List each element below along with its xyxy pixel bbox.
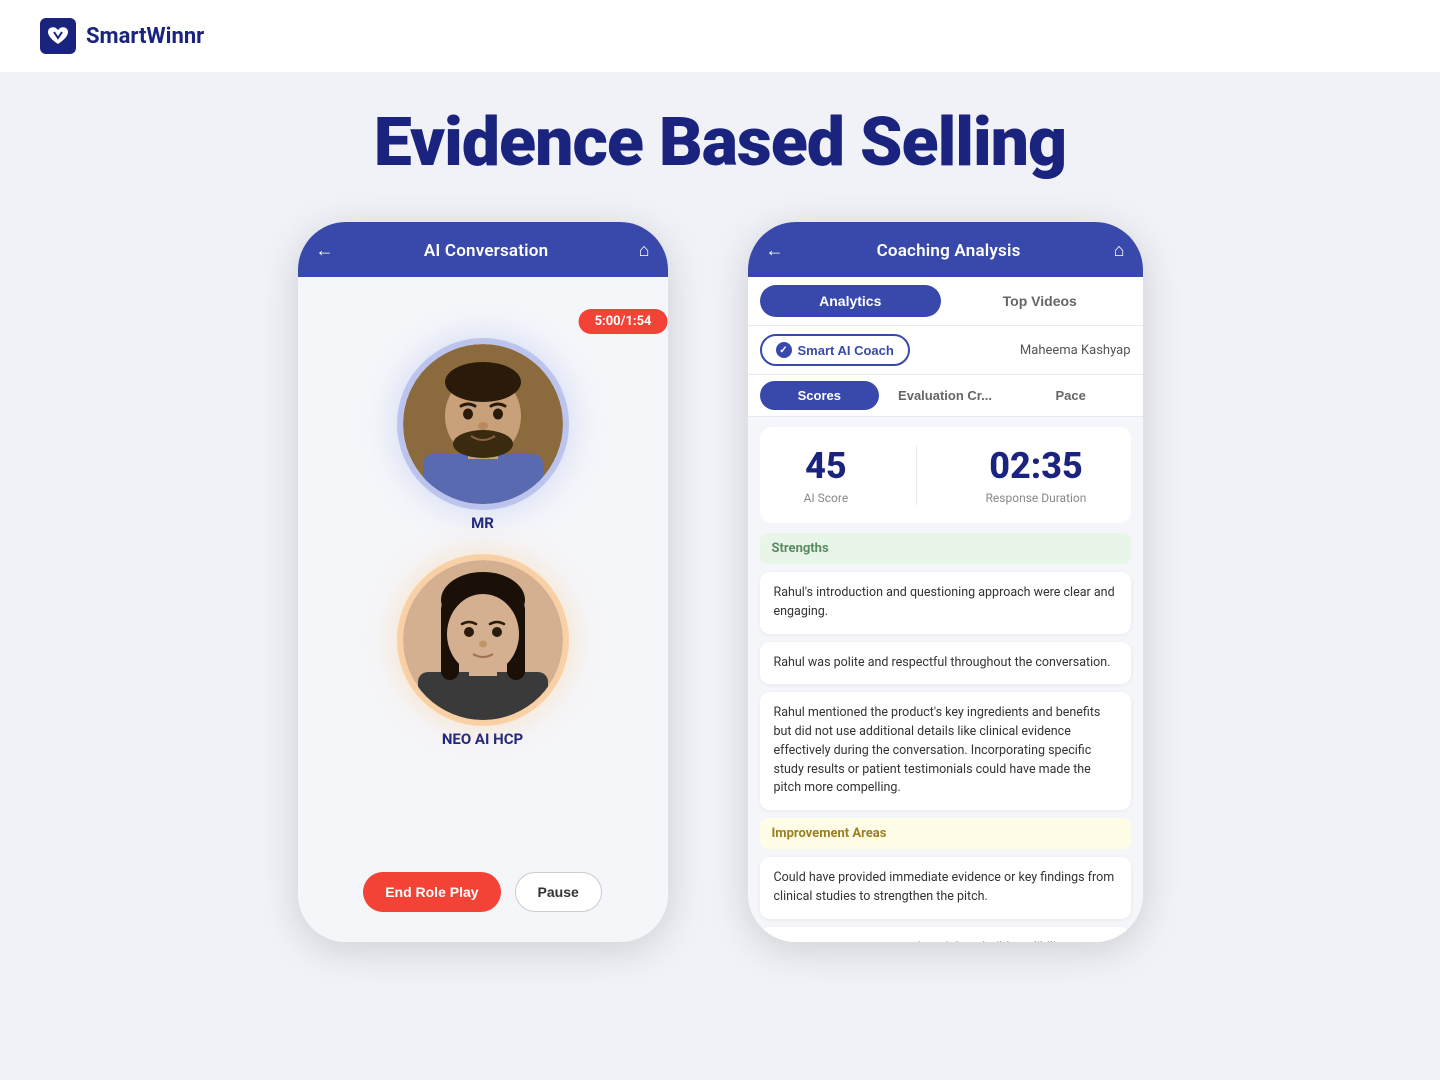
ai-score-item: 45 AI Score	[804, 445, 849, 505]
left-phone: ← AI Conversation ⌂ 5:00/1:54	[298, 222, 668, 942]
strengths-header: Strengths	[760, 533, 1131, 564]
right-phone-screen: ← Coaching Analysis ⌂ Analytics Top Vide…	[748, 222, 1143, 942]
logo-text: SmartWinnr	[86, 24, 204, 49]
main-tabs: Analytics Top Videos	[748, 277, 1143, 326]
response-duration-value: 02:35	[989, 445, 1083, 487]
coach-label: Smart AI Coach	[798, 343, 894, 358]
tab-top-videos[interactable]: Top Videos	[949, 285, 1131, 317]
left-home-icon[interactable]: ⌂	[639, 240, 650, 261]
timer-badge: 5:00/1:54	[579, 309, 668, 334]
hcp-label: NEO AI HCP	[442, 730, 523, 748]
conversation-body: MR	[298, 334, 668, 942]
hcp-avatar	[403, 560, 563, 720]
left-back-icon[interactable]: ←	[316, 240, 334, 261]
phones-container: ← AI Conversation ⌂ 5:00/1:54	[0, 222, 1440, 942]
ai-score-label: AI Score	[804, 491, 849, 505]
mr-label: MR	[471, 514, 494, 532]
sub-tab-pace[interactable]: Pace	[1011, 381, 1131, 410]
smart-ai-coach-button[interactable]: ✓ Smart AI Coach	[760, 334, 910, 366]
response-duration-item: 02:35 Response Duration	[986, 445, 1087, 505]
left-app-bar: ← AI Conversation ⌂	[298, 222, 668, 277]
logo: SmartWinnr	[40, 18, 204, 54]
action-buttons: End Role Play Pause	[363, 872, 602, 922]
left-phone-screen: ← AI Conversation ⌂ 5:00/1:54	[298, 222, 668, 942]
strength-card-3: Rahul mentioned the product's key ingred…	[760, 692, 1131, 810]
right-home-icon[interactable]: ⌂	[1114, 240, 1125, 261]
header: SmartWinnr	[0, 0, 1440, 72]
improvement-header: Improvement Areas	[760, 818, 1131, 849]
left-app-title: AI Conversation	[424, 241, 548, 261]
ai-score-value: 45	[805, 445, 847, 487]
timer-container: 5:00/1:54	[298, 277, 668, 334]
hcp-person-svg	[403, 560, 563, 720]
user-name: Maheema Kashyap	[1020, 343, 1131, 358]
response-duration-label: Response Duration	[986, 491, 1087, 505]
mr-avatar	[403, 344, 563, 504]
mr-person-svg	[403, 344, 563, 504]
right-app-bar: ← Coaching Analysis ⌂	[748, 222, 1143, 277]
sub-tab-evaluation[interactable]: Evaluation Cr...	[885, 381, 1005, 410]
coach-check-icon: ✓	[776, 342, 792, 358]
page-title: Evidence Based Selling	[0, 102, 1440, 182]
sub-tab-scores[interactable]: Scores	[760, 381, 880, 410]
sub-tabs: Scores Evaluation Cr... Pace	[748, 375, 1143, 417]
right-phone: ← Coaching Analysis ⌂ Analytics Top Vide…	[748, 222, 1143, 942]
end-role-play-button[interactable]: End Role Play	[363, 872, 500, 912]
analysis-scroll[interactable]: Strengths Rahul's introduction and quest…	[748, 523, 1143, 942]
right-back-icon[interactable]: ←	[766, 240, 784, 261]
score-divider	[916, 445, 917, 505]
improvement-card-1: Could have provided immediate evidence o…	[760, 857, 1131, 919]
strength-card-2: Rahul was polite and respectful througho…	[760, 642, 1131, 685]
coach-row: ✓ Smart AI Coach Maheema Kashyap	[748, 326, 1143, 375]
scores-section: 45 AI Score 02:35 Response Duration	[760, 427, 1131, 523]
pause-button[interactable]: Pause	[515, 872, 602, 912]
improvement-card-2: Incorporate customer testimonials to bui…	[760, 927, 1131, 943]
strength-card-1: Rahul's introduction and questioning app…	[760, 572, 1131, 634]
smartwinnr-logo-icon	[40, 18, 76, 54]
tab-analytics[interactable]: Analytics	[760, 285, 942, 317]
right-app-title: Coaching Analysis	[877, 241, 1021, 261]
